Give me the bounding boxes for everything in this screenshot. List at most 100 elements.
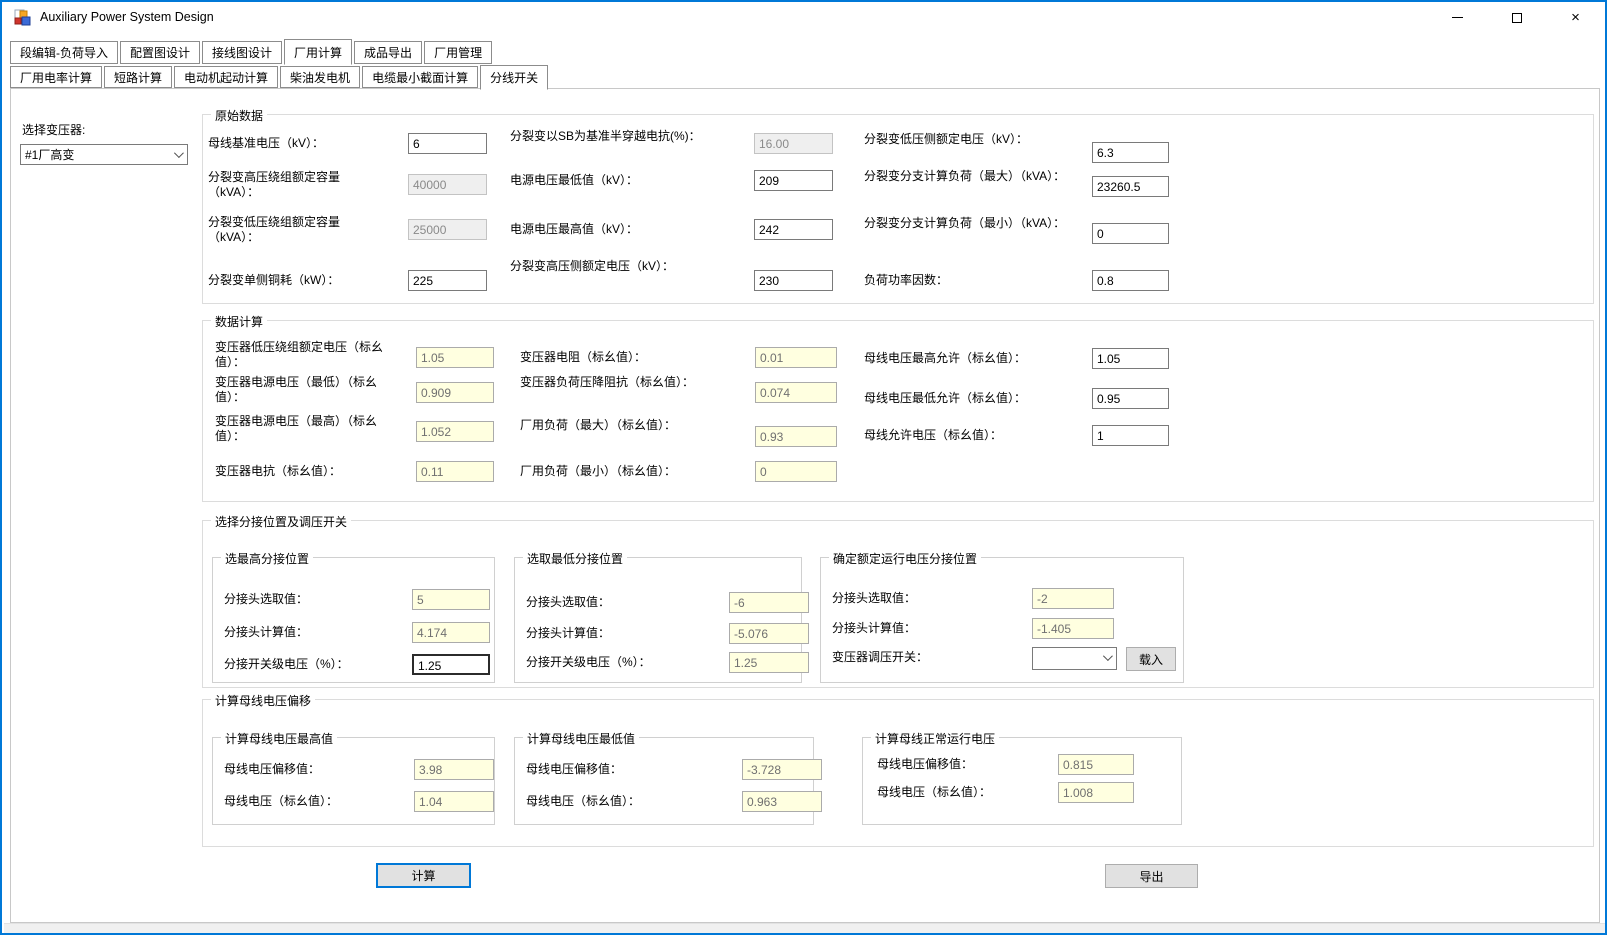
group-title: 选最高分接位置 <box>221 550 314 567</box>
group-title: 选取最低分接位置 <box>523 550 628 567</box>
status-strip <box>4 923 1605 933</box>
chevron-down-icon <box>173 148 184 159</box>
hv-side-rated-voltage-input[interactable]: 230 <box>754 270 833 291</box>
bus-voltage-pu-min: 0.963 <box>742 791 822 812</box>
title-bar: Auxiliary Power System Design × <box>2 2 1605 33</box>
copper-loss-input[interactable]: 225 <box>408 270 487 291</box>
plant-load-max-pu: 0.93 <box>755 426 837 447</box>
bus-voltage-max-allowed-input[interactable]: 1.05 <box>1092 348 1169 369</box>
close-button[interactable]: × <box>1546 2 1605 33</box>
tap-calculated-value-rated: -1.405 <box>1032 618 1114 639</box>
source-voltage-min-pu: 0.909 <box>416 382 494 403</box>
field-label: 变压器电源电压（最高）（标幺值）： <box>215 414 378 443</box>
branch-load-min-input[interactable]: 0 <box>1092 223 1169 244</box>
lv-winding-capacity-input: 25000 <box>408 219 487 240</box>
field-label: 分接开关级电压（%）： <box>526 655 651 669</box>
load-power-factor-input[interactable]: 0.8 <box>1092 270 1169 291</box>
window-controls: × <box>1428 2 1605 33</box>
tap-selected-value-rated: -2 <box>1032 588 1114 609</box>
lv-winding-rated-voltage-pu: 1.05 <box>416 347 494 368</box>
transformer-reactance-pu: 0.11 <box>416 461 494 482</box>
bus-base-voltage-input[interactable]: 6 <box>408 133 487 154</box>
maximize-button[interactable] <box>1487 2 1546 33</box>
field-label: 分裂变分支计算负荷（最小）（kVA）： <box>864 216 1066 230</box>
field-label: 分裂变以SB为基准半穿越电抗(%)： <box>510 129 701 143</box>
group-title: 计算母线电压最低值 <box>523 730 640 747</box>
lv-side-rated-voltage-input[interactable]: 6.3 <box>1092 142 1169 163</box>
source-voltage-max-input[interactable]: 242 <box>754 219 833 240</box>
minimize-icon <box>1452 17 1463 18</box>
field-label: 分裂变低压侧额定电压（kV）： <box>864 132 1029 146</box>
field-label: 母线电压偏移值： <box>224 762 321 776</box>
field-label: 母线电压最低允许（标幺值）： <box>864 391 1027 405</box>
transformer-select[interactable]: #1厂高变 <box>20 144 188 165</box>
source-voltage-min-input[interactable]: 209 <box>754 170 833 191</box>
menu-tab-plant-calculation[interactable]: 厂用计算 <box>284 39 353 65</box>
group-title: 数据计算 <box>211 313 268 330</box>
tab-branch-switch[interactable]: 分线开关 <box>480 65 549 90</box>
group-title: 计算母线电压偏移 <box>211 692 316 709</box>
field-label: 厂用负荷（最小）（标幺值）： <box>520 464 677 478</box>
app-icon <box>14 9 31 26</box>
bus-voltage-min-allowed-input[interactable]: 0.95 <box>1092 388 1169 409</box>
plant-load-min-pu: 0 <box>755 461 837 482</box>
field-label: 变压器低压绕组额定电压（标幺值）： <box>215 340 384 369</box>
minimize-button[interactable] <box>1428 2 1487 33</box>
tab-plant-power-rate[interactable]: 厂用电率计算 <box>10 66 103 88</box>
load-button[interactable]: 载入 <box>1126 647 1176 671</box>
export-button[interactable]: 导出 <box>1105 864 1198 888</box>
maximize-icon <box>1511 12 1522 23</box>
field-label: 厂用负荷（最大）（标幺值）： <box>520 418 677 432</box>
field-label: 分裂变单侧铜耗（kW）： <box>208 273 340 287</box>
field-label: 分接头计算值： <box>224 625 309 639</box>
menu-tab-wiring-diagram[interactable]: 接线图设计 <box>202 41 283 64</box>
field-label: 母线基准电压（kV）： <box>208 136 325 150</box>
tap-calculated-value-low: -5.076 <box>729 623 809 644</box>
tap-selected-value-high: 5 <box>412 589 490 610</box>
tab-diesel-generator[interactable]: 柴油发电机 <box>280 66 361 88</box>
group-data-calculation: 数据计算 <box>202 313 1594 502</box>
load-voltage-drop-impedance-pu: 0.074 <box>755 382 837 403</box>
field-label: 分接头选取值： <box>526 595 611 609</box>
bus-allowed-voltage-input[interactable]: 1 <box>1092 425 1169 446</box>
field-label: 分裂变低压绕组额定容量（kVA）： <box>208 215 341 244</box>
group-title: 原始数据 <box>211 107 268 124</box>
close-icon: × <box>1571 9 1580 26</box>
transformer-select-value: #1厂高变 <box>25 148 75 162</box>
branch-load-max-input[interactable]: 23260.5 <box>1092 176 1169 197</box>
field-label: 变压器负荷压降阻抗（标幺值）： <box>520 375 695 389</box>
bus-voltage-offset-normal: 0.815 <box>1058 754 1134 775</box>
tap-selected-value-low: -6 <box>729 592 809 613</box>
tab-cable-min-section[interactable]: 电缆最小截面计算 <box>362 66 479 88</box>
field-label: 变压器调压开关： <box>832 650 929 664</box>
app-window: Auxiliary Power System Design × 段编辑-负荷导入… <box>0 0 1607 935</box>
tap-step-voltage-high-input[interactable]: 1.25 <box>412 654 490 675</box>
field-label: 分裂变高压侧额定电压（kV）： <box>510 259 675 273</box>
group-title: 计算母线正常运行电压 <box>871 730 1000 747</box>
field-label: 母线电压（标幺值）： <box>526 794 641 808</box>
bus-voltage-offset-max: 3.98 <box>414 759 494 780</box>
field-label: 电源电压最高值（kV）： <box>510 222 639 236</box>
field-label: 变压器电抗（标幺值）： <box>215 464 342 478</box>
menu-tab-config-diagram[interactable]: 配置图设计 <box>120 41 201 64</box>
bus-voltage-offset-min: -3.728 <box>742 759 822 780</box>
field-label: 母线电压偏移值： <box>877 757 974 771</box>
menu-tab-plant-management[interactable]: 厂用管理 <box>424 41 493 64</box>
tap-calculated-value-high: 4.174 <box>412 622 490 643</box>
tab-motor-start[interactable]: 电动机起动计算 <box>174 66 279 88</box>
menu-tab-product-export[interactable]: 成品导出 <box>354 41 423 64</box>
tap-step-voltage-low: 1.25 <box>729 652 809 673</box>
group-title: 计算母线电压最高值 <box>221 730 338 747</box>
tab-short-circuit[interactable]: 短路计算 <box>104 66 173 88</box>
group-bus-voltage-normal: 计算母线正常运行电压 <box>862 730 1182 825</box>
voltage-regulator-select[interactable] <box>1032 647 1117 670</box>
field-label: 母线允许电压（标幺值）： <box>864 428 1003 442</box>
field-label: 母线电压偏移值： <box>526 762 623 776</box>
field-label: 变压器电阻（标幺值）： <box>520 350 647 364</box>
field-label: 母线电压（标幺值）： <box>877 785 992 799</box>
field-label: 分接头计算值： <box>526 626 611 640</box>
field-label: 分裂变分支计算负荷（最大）（kVA）： <box>864 169 1066 183</box>
menu-tab-segment-load-import[interactable]: 段编辑-负荷导入 <box>10 41 118 64</box>
calculate-button[interactable]: 计算 <box>376 863 471 888</box>
window-title: Auxiliary Power System Design <box>40 10 214 24</box>
